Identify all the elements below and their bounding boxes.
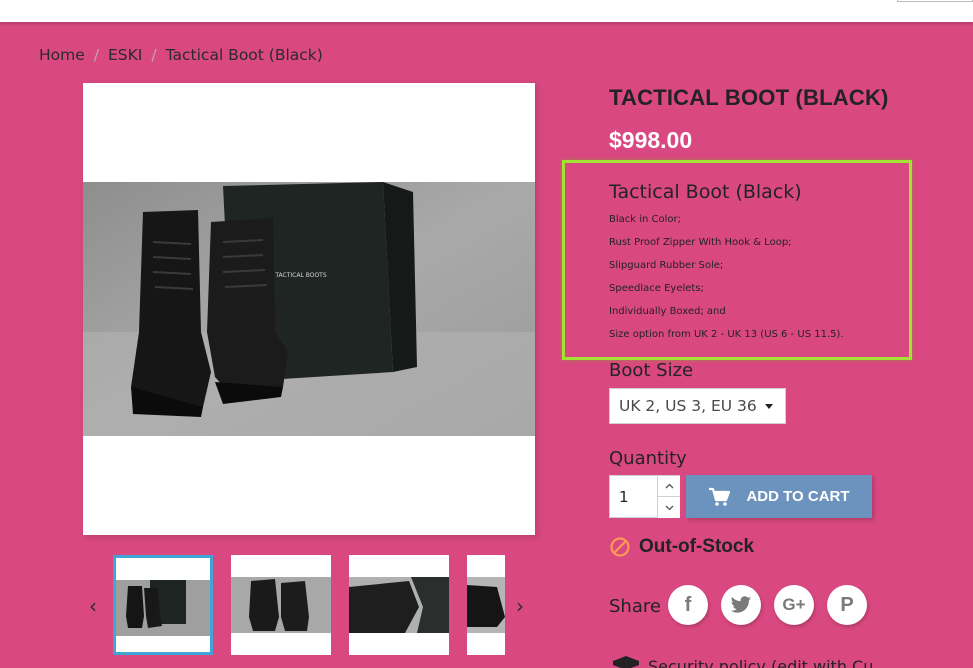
ban-icon: [609, 536, 631, 558]
description-line: Individually Boxed; and: [609, 306, 726, 317]
add-to-cart-label: ADD TO CART: [746, 488, 850, 505]
thumbnail-image: [349, 577, 449, 633]
pinterest-share-button[interactable]: P: [827, 585, 867, 625]
product-price: $998.00: [609, 127, 693, 153]
breadcrumb-separator: /: [151, 46, 157, 64]
description-line: Size option from UK 2 - UK 13 (US 6 - US…: [609, 329, 844, 340]
boot-size-label: Boot Size: [609, 360, 694, 381]
shield-icon: [612, 655, 640, 668]
breadcrumb-current[interactable]: Tactical Boot (Black): [166, 46, 323, 64]
caret-down-icon: [765, 403, 773, 409]
thumbnail-image: [467, 577, 505, 633]
breadcrumb: Home / ESKI / Tactical Boot (Black): [39, 46, 323, 64]
description-line: Black in Color;: [609, 214, 682, 225]
stock-status: Out-of-Stock: [609, 536, 754, 558]
reassurance-item: Security policy (edit with Cu: [612, 655, 873, 668]
boot-size-selected-value: UK 2, US 3, EU 36: [619, 397, 757, 415]
chevron-up-icon: [665, 483, 673, 489]
quantity-decrease-button[interactable]: [657, 497, 680, 518]
description-line: Speedlace Eyelets;: [609, 283, 704, 294]
thumbnail-next-arrow[interactable]: ›: [516, 594, 524, 618]
thumbnail-image: [231, 577, 331, 633]
twitter-share-button[interactable]: [721, 585, 761, 625]
thumbnail-4[interactable]: [467, 555, 505, 655]
quantity-label: Quantity: [609, 448, 687, 469]
stock-status-text: Out-of-Stock: [639, 536, 755, 557]
description-line: Slipguard Rubber Sole;: [609, 260, 724, 271]
add-to-cart-button[interactable]: ADD TO CART: [686, 475, 872, 518]
thumbnail-1[interactable]: [113, 555, 213, 655]
facebook-share-button[interactable]: f: [668, 585, 708, 625]
thumbnail-2[interactable]: [231, 555, 331, 655]
quantity-stepper[interactable]: 1: [609, 475, 680, 518]
quantity-increase-button[interactable]: [657, 476, 680, 497]
thumbnail-3[interactable]: [349, 555, 449, 655]
description-line: Rust Proof Zipper With Hook & Loop;: [609, 237, 792, 248]
description-list: Black in Color; Rust Proof Zipper With H…: [609, 208, 844, 346]
google-plus-share-button[interactable]: G+: [774, 585, 814, 625]
reassurance-text: Security policy (edit with Cu: [648, 656, 874, 668]
quantity-input[interactable]: 1: [619, 488, 629, 506]
twitter-icon: [730, 596, 751, 613]
product-title: TACTICAL BOOT (BLACK): [609, 85, 889, 110]
product-main-image[interactable]: TACTICAL BOOTS: [83, 83, 535, 535]
chevron-down-icon: [665, 505, 673, 510]
facebook-icon: f: [684, 593, 692, 616]
pinterest-icon: P: [840, 593, 854, 616]
box-label-text: TACTICAL BOOTS: [274, 272, 326, 279]
description-title: Tactical Boot (Black): [609, 181, 802, 203]
product-photo: TACTICAL BOOTS: [83, 182, 535, 436]
breadcrumb-category[interactable]: ESKI: [108, 46, 142, 64]
breadcrumb-separator: /: [93, 46, 100, 64]
top-header-bar: [0, 0, 973, 22]
thumbnail-image: [116, 580, 210, 636]
boot-size-select[interactable]: UK 2, US 3, EU 36: [609, 388, 786, 424]
google-plus-icon: G+: [782, 595, 806, 614]
header-control[interactable]: [897, 0, 973, 2]
breadcrumb-home[interactable]: Home: [39, 46, 85, 64]
shopping-cart-icon: [708, 487, 731, 507]
share-label: Share: [609, 596, 661, 617]
thumbnail-prev-arrow[interactable]: ‹: [89, 594, 97, 618]
